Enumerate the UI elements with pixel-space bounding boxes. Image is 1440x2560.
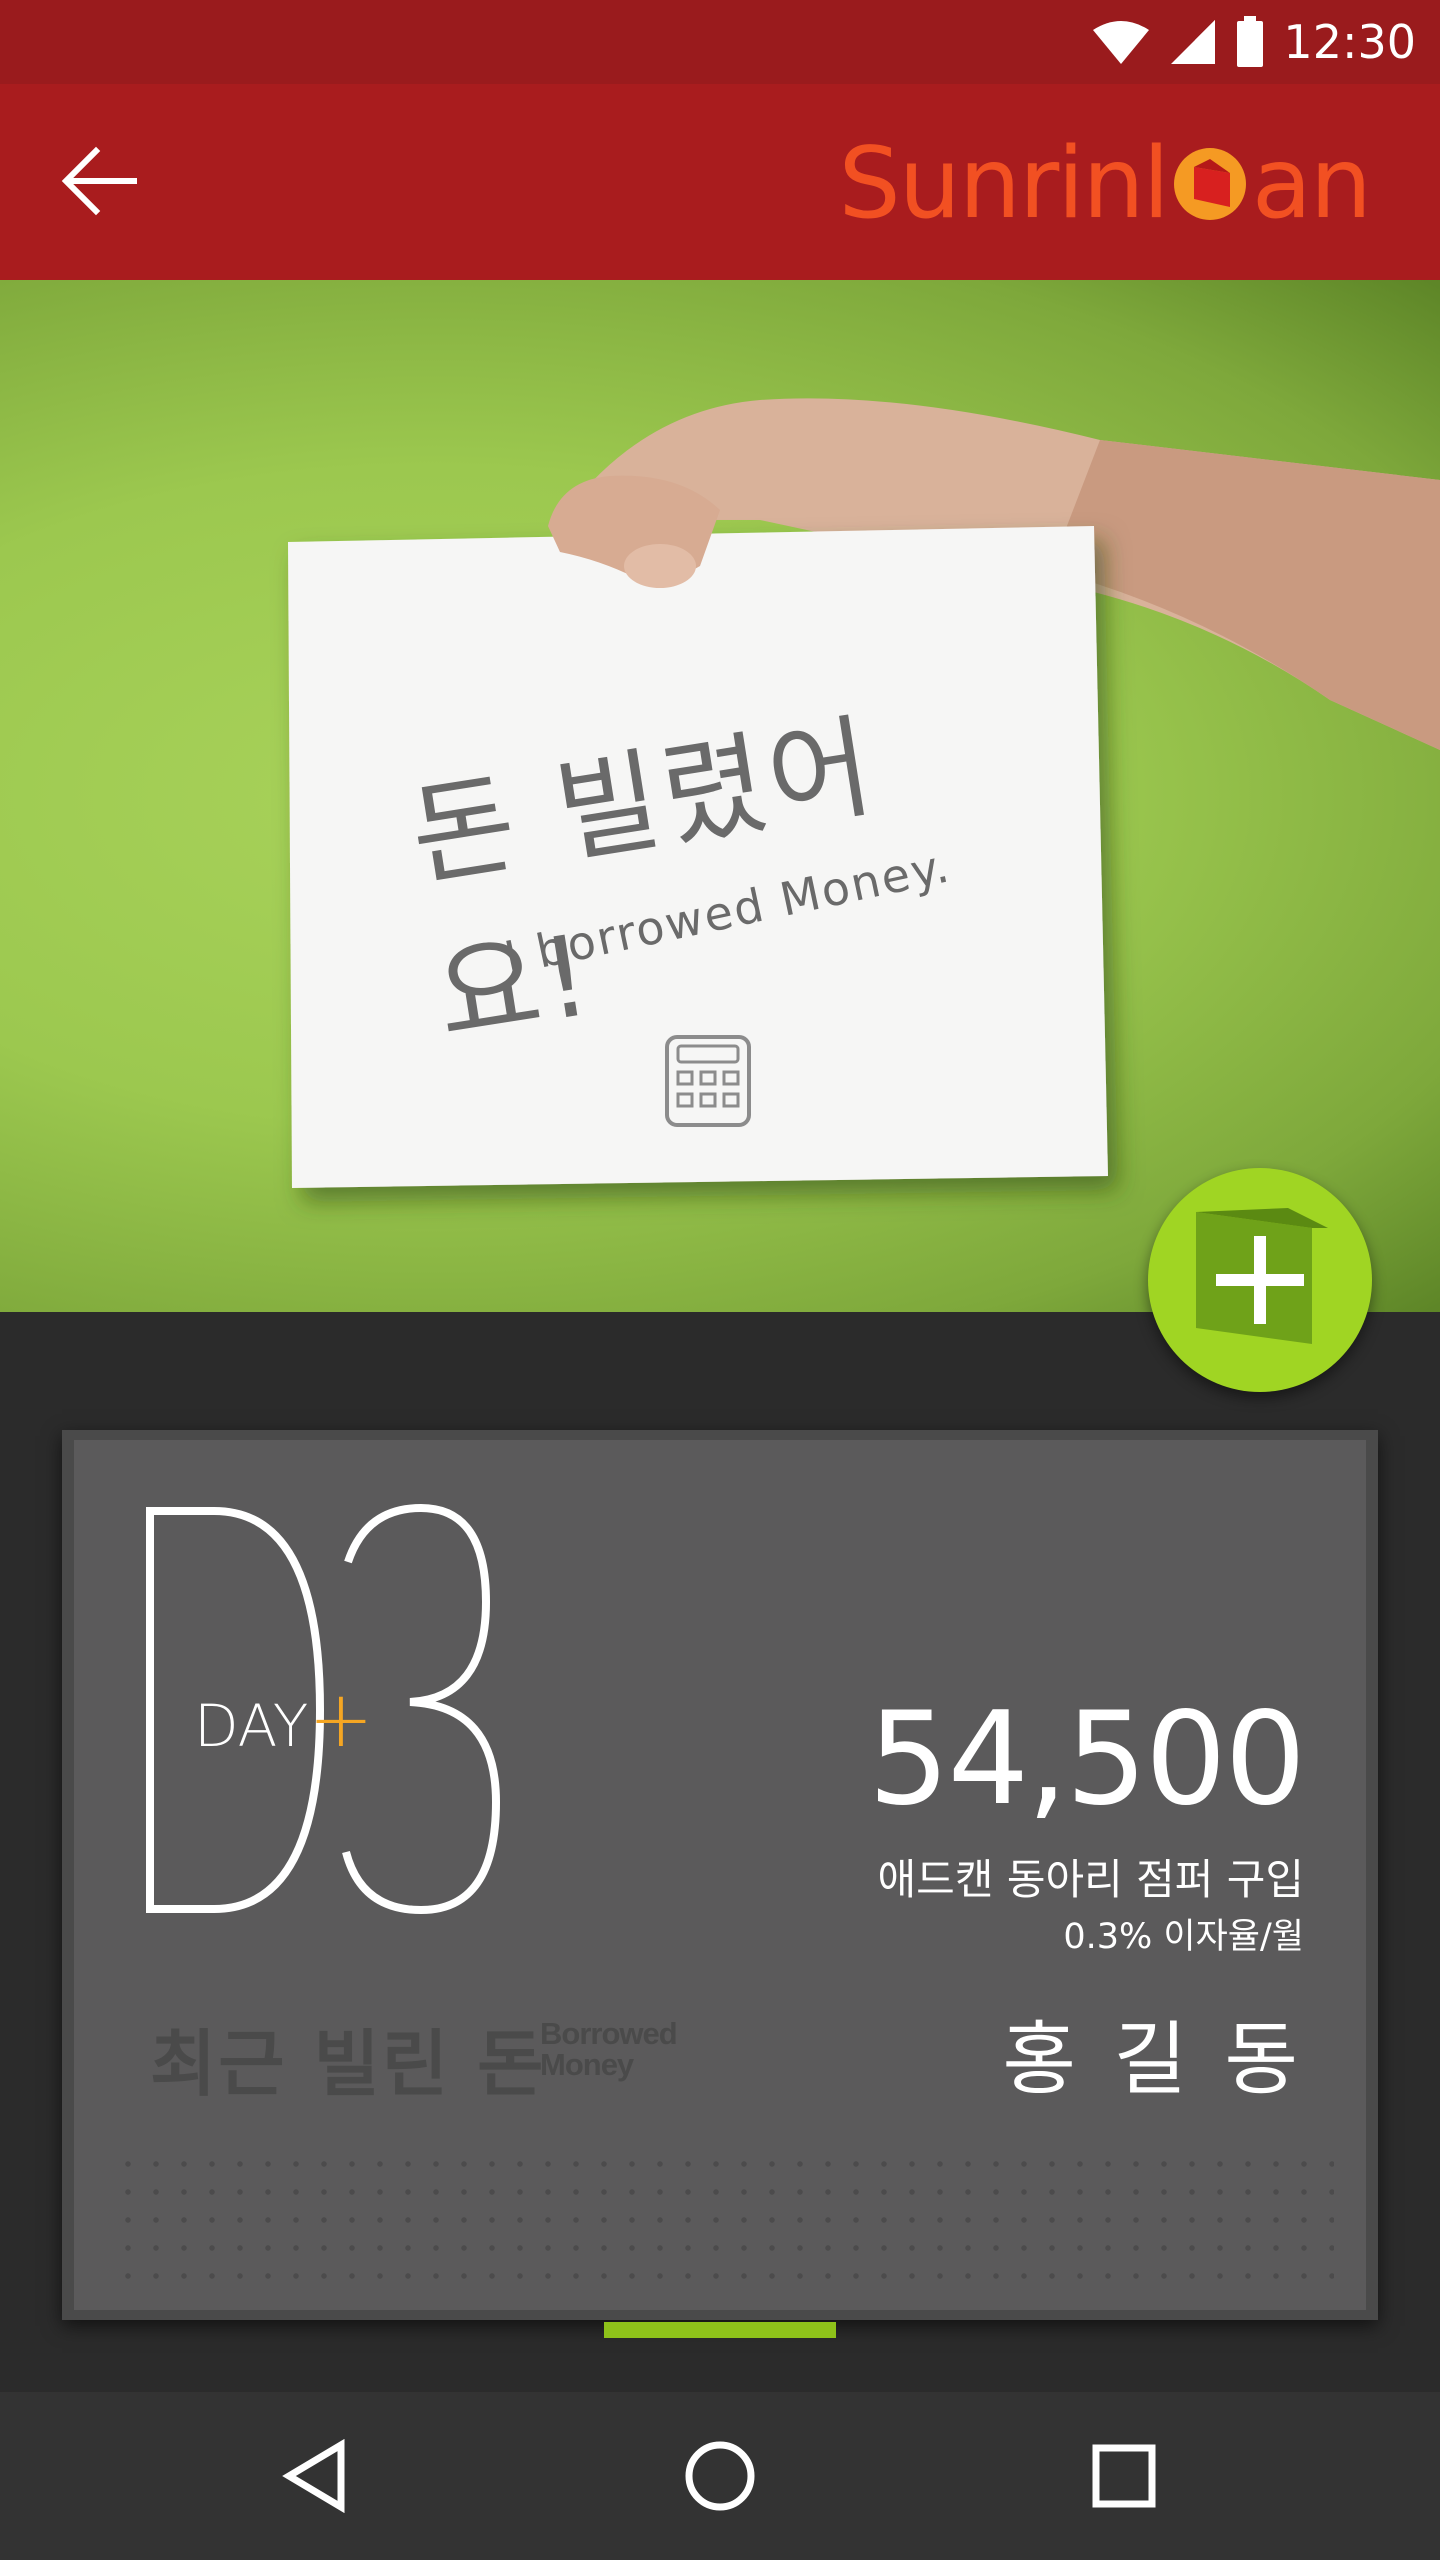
interest-rate: 0.3% 이자율/월	[1063, 1917, 1304, 1957]
back-triangle-icon	[282, 2439, 345, 2513]
battery-icon	[1237, 16, 1264, 67]
hero-image: 돈 빌렸어요! I borrowed Money.	[0, 280, 1440, 1312]
app-bar: Sunrinl an	[0, 84, 1440, 280]
system-nav-bar	[0, 2392, 1440, 2560]
add-loan-button[interactable]	[1148, 1168, 1372, 1392]
loan-card[interactable]: DAY+ 54,500 애드캔 동아리 점퍼 구입 0.3% 이자율/월 최근 …	[74, 1440, 1366, 2310]
recents-square-icon	[1092, 2444, 1156, 2508]
back-button[interactable]	[40, 126, 160, 236]
status-icons: 12:30	[1091, 0, 1416, 84]
recent-borrowed-label: 최근 빌린 돈	[150, 2022, 546, 2106]
signal-icon	[1171, 20, 1216, 64]
arrow-left-icon	[61, 146, 137, 216]
add-icon	[1196, 1208, 1328, 1344]
day-plus: +	[308, 1675, 374, 1765]
logo-text-right: an	[1251, 127, 1372, 241]
day-label: DAY+	[194, 1675, 374, 1765]
calculator-icon	[665, 1035, 751, 1127]
logo-text-left: Sunrinl	[838, 127, 1170, 241]
app-logo: Sunrinl an	[838, 127, 1372, 241]
loan-item-title: 애드캔 동아리 점퍼 구입	[877, 1855, 1304, 1904]
status-time: 12:30	[1283, 15, 1416, 69]
nav-home-button[interactable]	[670, 2426, 770, 2526]
page-indicator	[604, 2322, 836, 2338]
logo-mark-icon	[1173, 148, 1246, 220]
recent-borrowed-sublabel: Borrowed Money	[540, 2016, 678, 2082]
wifi-icon	[1093, 21, 1150, 64]
home-circle-icon	[685, 2441, 755, 2511]
nav-back-button[interactable]	[266, 2426, 366, 2526]
loan-amount: 54,500	[868, 1685, 1306, 1834]
status-bar: 12:30	[0, 0, 1440, 84]
nav-recents-button[interactable]	[1074, 2426, 1174, 2526]
lender-name: 홍 길 동	[1002, 2013, 1304, 2106]
card-dot-pattern	[114, 2150, 1334, 2300]
